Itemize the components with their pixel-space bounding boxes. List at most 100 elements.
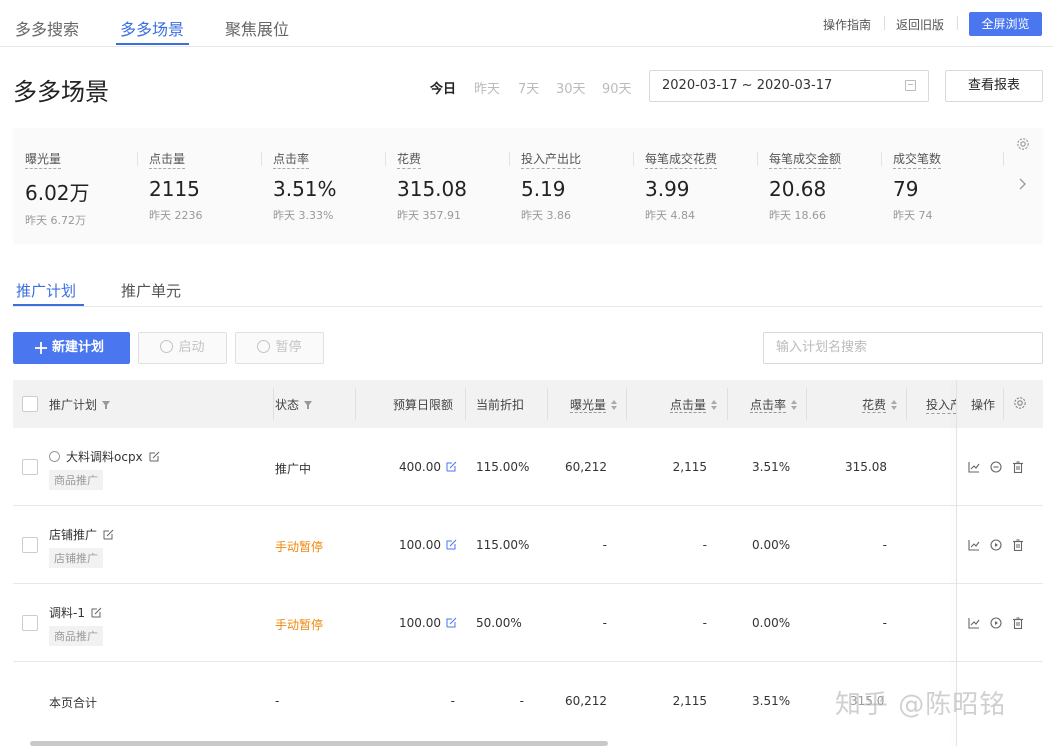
range-90d[interactable]: 90天 (602, 78, 632, 97)
header-roi: 投入产 (926, 396, 956, 414)
row-checkbox[interactable] (22, 537, 38, 553)
plan-type-tag: 店铺推广 (49, 548, 103, 568)
budget-cell[interactable]: 400.00 (399, 460, 457, 474)
trash-icon[interactable] (1012, 539, 1024, 552)
discount-value: 115.00% (476, 460, 530, 474)
tab-duoduo-search[interactable]: 多多搜索 (15, 16, 79, 40)
subtab-plans[interactable]: 推广计划 (16, 280, 76, 301)
budget-value: 100.00 (399, 538, 441, 552)
metric-divider (261, 152, 262, 166)
trash-icon[interactable] (1012, 617, 1024, 630)
chart-icon[interactable] (968, 617, 980, 629)
pause-button[interactable]: 暂停 (235, 332, 324, 364)
column-divider (547, 388, 548, 420)
chevron-right-icon[interactable] (1017, 177, 1027, 191)
metric-previous: 昨天 357.91 (397, 209, 461, 222)
budget-cell[interactable]: 100.00 (399, 616, 457, 630)
date-range-picker[interactable]: 2020-03-17 ~ 2020-03-17 (649, 70, 929, 102)
plus-icon (35, 342, 47, 354)
tab-duoduo-scene[interactable]: 多多场景 (120, 16, 184, 40)
filter-icon[interactable] (102, 401, 111, 409)
play-circle-icon[interactable] (990, 617, 1002, 629)
header-clicks[interactable]: 点击量 (670, 396, 718, 413)
trash-icon[interactable] (1012, 461, 1024, 474)
summary-status: - (275, 694, 280, 708)
row-checkbox[interactable] (22, 615, 38, 631)
view-report-button[interactable]: 查看报表 (945, 70, 1043, 102)
plan-type-tag: 商品推广 (49, 626, 103, 646)
start-button[interactable]: 启动 (138, 332, 227, 364)
edit-budget-icon[interactable] (446, 539, 457, 550)
metric-value: 3.51% (273, 177, 337, 201)
edit-budget-icon[interactable] (446, 617, 457, 628)
header-impressions[interactable]: 曝光量 (570, 396, 618, 413)
header-cost[interactable]: 花费 (862, 396, 898, 413)
old-version-link[interactable]: 返回旧版 (896, 16, 944, 33)
tab-focus-booth[interactable]: 聚焦展位 (225, 16, 289, 40)
header-status[interactable]: 状态 (275, 396, 313, 413)
chart-icon[interactable] (968, 461, 980, 473)
plan-name[interactable]: 店铺推广 (49, 526, 114, 543)
range-7d[interactable]: 7天 (518, 78, 539, 97)
range-30d[interactable]: 30天 (556, 78, 586, 97)
cost-value: 315.08 (845, 460, 887, 474)
metric-value: 3.99 (645, 177, 690, 201)
chart-icon[interactable] (968, 539, 980, 551)
metric-label: 点击量 (149, 150, 186, 169)
ctr-value: 3.51% (752, 460, 791, 474)
plan-search-input[interactable]: 输入计划名搜索 (763, 332, 1043, 364)
fullscreen-button[interactable]: 全屏浏览 (969, 12, 1042, 36)
column-settings-gear-icon[interactable] (1013, 396, 1027, 410)
pause-circle-icon[interactable] (990, 461, 1002, 473)
metric-label: 成交笔数 (893, 150, 942, 169)
metric-label: 曝光量 (25, 150, 62, 169)
header-discount: 当前折扣 (476, 398, 525, 412)
ctr-value: 0.00% (752, 616, 791, 630)
play-circle-icon[interactable] (990, 539, 1002, 551)
date-range-value: 2020-03-17 ~ 2020-03-17 (662, 78, 833, 93)
filter-icon[interactable] (304, 401, 313, 409)
range-yesterday[interactable]: 昨天 (474, 78, 500, 97)
metric-card: 点击率 3.51% 昨天 3.33% (261, 150, 397, 223)
guide-link[interactable]: 操作指南 (823, 16, 871, 33)
sort-icon[interactable] (891, 400, 898, 410)
budget-cell[interactable]: 100.00 (399, 538, 457, 552)
arrow-up-circle-icon (49, 451, 60, 462)
sort-icon[interactable] (791, 400, 798, 410)
new-plan-button[interactable]: 新建计划 (13, 332, 130, 364)
range-today[interactable]: 今日 (430, 78, 456, 97)
metric-value: 20.68 (769, 177, 827, 201)
clicks-value: 2,115 (672, 460, 707, 474)
row-checkbox[interactable] (22, 459, 38, 475)
select-all-checkbox[interactable] (22, 396, 38, 412)
summary-clicks: 2,115 (672, 694, 707, 708)
metric-previous: 昨天 3.86 (521, 209, 571, 222)
impressions-value: - (602, 616, 607, 630)
header-ops: 操作 (971, 398, 996, 412)
horizontal-scrollbar[interactable] (30, 741, 608, 746)
new-plan-label: 新建计划 (52, 340, 105, 355)
metric-previous: 昨天 3.33% (273, 209, 334, 222)
metric-value: 2115 (149, 177, 200, 201)
plan-name[interactable]: 调料-1 (49, 604, 102, 621)
edit-icon[interactable] (103, 529, 114, 540)
nav-divider (957, 16, 958, 30)
minus-circle-icon (257, 340, 271, 353)
column-divider (806, 388, 807, 420)
edit-budget-icon[interactable] (446, 461, 457, 472)
sort-icon[interactable] (711, 400, 718, 410)
sort-icon[interactable] (611, 400, 618, 410)
edit-icon[interactable] (91, 607, 102, 618)
column-divider (355, 388, 356, 420)
plan-name[interactable]: 大料调料ocpx (49, 448, 160, 465)
header-plan[interactable]: 推广计划 (49, 396, 111, 413)
metric-previous: 昨天 4.84 (645, 209, 695, 222)
ctr-value: 0.00% (752, 538, 791, 552)
edit-icon[interactable] (149, 451, 160, 462)
header-ctr[interactable]: 点击率 (750, 396, 798, 413)
metric-previous: 昨天 74 (893, 209, 933, 222)
subtab-units[interactable]: 推广单元 (121, 280, 181, 301)
metric-divider (137, 152, 138, 166)
gear-icon[interactable] (1016, 137, 1030, 151)
metric-previous: 昨天 2236 (149, 209, 203, 222)
